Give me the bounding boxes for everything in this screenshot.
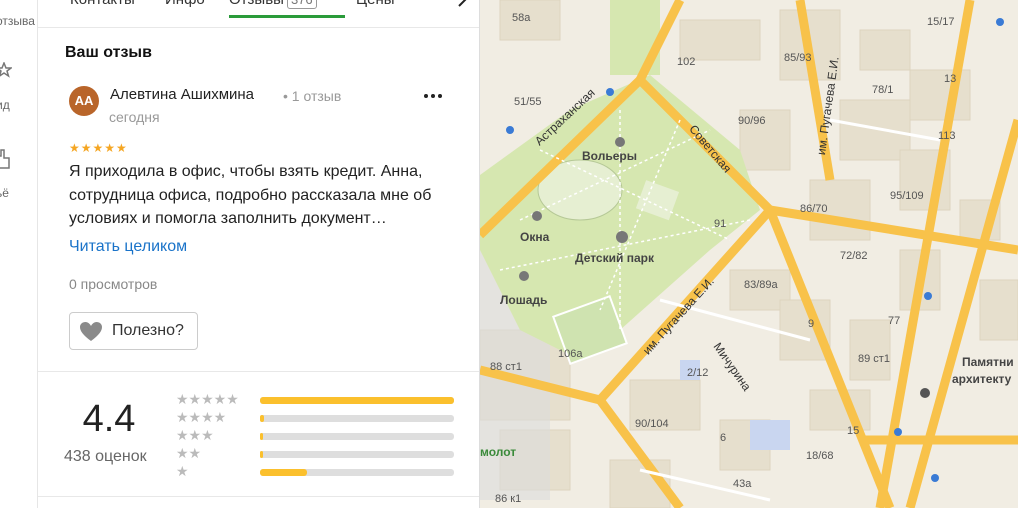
tab-reviews-count: 376 [286, 0, 317, 9]
rating-value: 4.4 [82, 398, 136, 440]
rating-count: 438 оценок [64, 448, 147, 465]
map-poi-label[interactable]: Лошадь [500, 293, 547, 307]
map-poi-label[interactable]: Детский парк [575, 251, 654, 265]
organization-panel: Контакты Инфо Отзывы376 Цены Ваш отзыв А… [38, 0, 480, 508]
tab-prices[interactable]: Цены [356, 0, 395, 10]
section-title: Ваш отзыв [65, 44, 152, 61]
histogram-stars: ★★ [176, 445, 202, 461]
histogram-stars: ★★★★ [176, 409, 227, 425]
map-building-label: 86/70 [800, 203, 828, 215]
tab-contacts[interactable]: Контакты [70, 0, 135, 10]
histogram-track [260, 469, 454, 476]
map-building-label: 78/1 [872, 84, 894, 96]
histogram-stars: ★ [176, 463, 189, 479]
histogram-fill [260, 397, 454, 404]
author-name[interactable]: Алевтина Ашихмина [110, 86, 254, 103]
rail-item-label: отзыва [0, 14, 35, 28]
map-canvas[interactable] [480, 0, 1018, 508]
more-options-button[interactable] [418, 86, 448, 106]
histogram-track [260, 433, 454, 440]
map-poi-label[interactable]: Вольеры [582, 149, 637, 163]
map-building-label: 106а [558, 348, 583, 360]
map-building-label: 95/109 [890, 190, 924, 202]
histogram-fill [260, 469, 307, 476]
divider [38, 371, 479, 372]
map-building-label: 83/89а [744, 279, 778, 291]
tab-bar: Контакты Инфо Отзывы376 Цены [38, 0, 479, 28]
tab-info[interactable]: Инфо [165, 0, 205, 10]
map-building-label: 51/55 [514, 96, 542, 108]
map-building-label: 89 ст1 [858, 353, 890, 365]
histogram-fill [260, 451, 263, 458]
histogram-track [260, 397, 454, 404]
map-building-label: 9 [808, 318, 815, 330]
avatar[interactable]: АА [69, 86, 99, 116]
tab-reviews[interactable]: Отзывы376 [229, 0, 317, 10]
map-poi-label[interactable]: Окна [520, 230, 549, 244]
histogram-row-1: ★ [176, 463, 466, 479]
left-rail: отзыва ид ьё [0, 0, 38, 508]
map-building-label: 90/96 [738, 115, 766, 127]
active-tab-indicator [229, 15, 345, 18]
heart-icon [80, 322, 102, 341]
tab-reviews-label: Отзывы [229, 0, 284, 8]
review-date: сегодня [109, 109, 160, 125]
histogram-stars: ★★★★★ [176, 391, 239, 407]
map-building-label: 90/104 [635, 418, 669, 430]
histogram-row-4: ★★★★ [176, 409, 466, 425]
map-building-label: 91 [714, 218, 727, 230]
histogram-track [260, 415, 454, 422]
review-stars: ★★★★★ [69, 141, 128, 155]
map-building-label: 13 [944, 73, 957, 85]
views-count: 0 просмотров [69, 276, 158, 292]
map-building-label: 72/82 [840, 250, 868, 262]
histogram-row-5: ★★★★★ [176, 391, 466, 407]
map-building-label: 2/12 [687, 367, 709, 379]
review-text: Я приходила в офис, чтобы взять кредит. … [69, 163, 432, 227]
map-building-label: 15/17 [927, 16, 955, 28]
useful-button-label: Полезно? [112, 322, 184, 339]
map-poi-label[interactable]: Памятни [962, 355, 1014, 369]
map-building-label: 43а [733, 478, 752, 490]
histogram-track [260, 451, 454, 458]
histogram-fill [260, 415, 264, 422]
map-building-label: 113 [938, 130, 956, 142]
histogram-row-3: ★★★ [176, 427, 466, 443]
map[interactable]: 58а 102 85/93 15/17 78/1 13 51/55 90/96 … [480, 0, 1018, 508]
hand-icon [0, 149, 10, 169]
more-dots-icon [424, 94, 442, 98]
histogram-stars: ★★★ [176, 427, 214, 443]
rail-item-label: ид [0, 98, 10, 112]
map-building-label: 58а [512, 12, 531, 24]
map-building-label: 6 [720, 432, 727, 444]
useful-button[interactable]: Полезно? [69, 312, 198, 350]
map-poi-label[interactable]: архитекту [952, 372, 1011, 386]
map-building-label: 15 [847, 425, 860, 437]
map-building-label: 102 [677, 56, 696, 68]
map-building-label: 18/68 [806, 450, 834, 462]
chevron-right-icon[interactable] [450, 0, 474, 10]
histogram-row-2: ★★ [176, 445, 466, 461]
star-icon [0, 62, 12, 78]
map-building-label: 77 [888, 315, 901, 327]
map-building-label: 88 ст1 [490, 361, 522, 373]
divider [38, 496, 479, 497]
read-more-link[interactable]: Читать целиком [69, 238, 187, 256]
map-building-label: 86 к1 [495, 493, 522, 505]
histogram-fill [260, 433, 263, 440]
rail-item-label: ьё [0, 186, 9, 200]
author-review-count: • 1 отзыв [283, 88, 342, 104]
map-poi-label[interactable]: молот [480, 445, 516, 459]
map-building-label: 85/93 [784, 52, 812, 64]
